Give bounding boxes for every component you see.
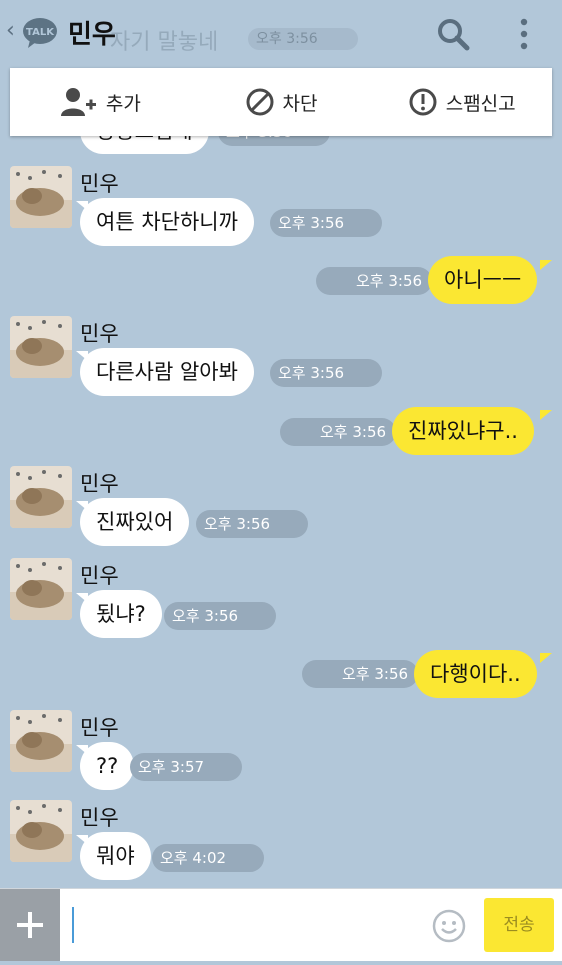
sender-name: 민우 <box>80 172 119 196</box>
message-time: 오후 4:02 <box>152 844 264 872</box>
message-time: 오후 3:56 <box>196 510 308 538</box>
message-time: 오후 3:56 <box>280 418 396 446</box>
message-text: 진짜있어 <box>96 510 174 534</box>
spam-report-label: 스팸신고 <box>445 92 516 115</box>
plus-icon <box>17 912 43 938</box>
back-button[interactable]: ‹ <box>6 18 15 43</box>
block-label: 차단 <box>282 92 318 115</box>
message-text: 됬냐? <box>96 602 146 626</box>
sender-name: 민우 <box>80 472 119 496</box>
emoji-icon[interactable] <box>432 909 466 943</box>
message-bubble[interactable]: ?? <box>80 742 135 790</box>
message-time: 오후 3:56 <box>164 602 276 630</box>
bubble-tail <box>540 260 552 270</box>
message-bubble[interactable]: 다른사람 알아봐 <box>80 348 254 396</box>
message-time: 오후 3:56 <box>270 359 382 387</box>
avatar[interactable] <box>10 710 72 772</box>
message-text: 아니ㅡㅡ <box>444 268 522 292</box>
message-bubble[interactable]: 뭐야 <box>80 832 151 880</box>
message-text: 다행이다.. <box>430 662 521 686</box>
block-button[interactable]: 차단 <box>191 87 372 117</box>
avatar[interactable] <box>10 800 72 862</box>
avatar[interactable] <box>10 166 72 228</box>
message-bubble[interactable]: 다행이다.. <box>414 650 537 698</box>
message-time: 오후 3:56 <box>302 660 418 688</box>
sender-name: 민우 <box>80 716 119 740</box>
add-friend-icon <box>60 88 96 116</box>
spam-report-button[interactable]: 스팸신고 <box>371 87 552 117</box>
message-time: 오후 3:56 <box>270 209 382 237</box>
talk-logo-icon[interactable]: TALK <box>22 16 58 50</box>
bubble-tail <box>540 653 552 663</box>
message-text: 여튼 차단하니까 <box>96 210 238 234</box>
attach-button[interactable] <box>0 889 60 961</box>
message-text: 다른사람 알아봐 <box>96 360 238 384</box>
message-bubble[interactable]: 아니ㅡㅡ <box>428 256 538 304</box>
avatar[interactable] <box>10 316 72 378</box>
spam-report-icon <box>409 88 437 116</box>
ghost-message: 자기 말놓네 <box>110 30 219 55</box>
message-bubble[interactable]: 됬냐? <box>80 590 162 638</box>
message-time: 오후 3:56 <box>316 267 432 295</box>
search-icon[interactable] <box>436 17 470 51</box>
message-text: ?? <box>96 754 119 778</box>
avatar[interactable] <box>10 558 72 620</box>
message-text: 진짜있냐구.. <box>408 419 518 443</box>
sender-name: 민우 <box>80 564 119 588</box>
more-vert-icon[interactable] <box>514 16 534 52</box>
chat-header: ‹ TALK 민우 자기 말놓네 오후 3:56 <box>0 0 562 66</box>
message-bubble[interactable]: 진짜있냐구.. <box>392 407 534 455</box>
add-friend-button[interactable]: 추가 <box>10 86 191 118</box>
unknown-sender-action-bar: 추가 차단 스팸신고 <box>10 68 552 136</box>
chat-title: 민우 <box>68 20 116 50</box>
message-bubble[interactable]: 진짜있어 <box>80 498 190 546</box>
ghost-time: 오후 3:56 <box>248 28 358 50</box>
bubble-tail <box>540 410 552 420</box>
message-time: 오후 3:57 <box>130 753 242 781</box>
message-text: 뭐야 <box>96 844 135 868</box>
message-bubble[interactable]: 여튼 차단하니까 <box>80 198 254 246</box>
block-icon <box>246 88 274 116</box>
avatar[interactable] <box>10 466 72 528</box>
sender-name: 민우 <box>80 322 119 346</box>
sender-name: 민우 <box>80 806 119 830</box>
svg-text:TALK: TALK <box>26 27 55 38</box>
add-friend-label: 추가 <box>105 92 141 115</box>
send-button[interactable]: 전송 <box>484 898 554 952</box>
message-input[interactable] <box>72 907 74 943</box>
message-input-bar: 전송 <box>0 888 562 961</box>
